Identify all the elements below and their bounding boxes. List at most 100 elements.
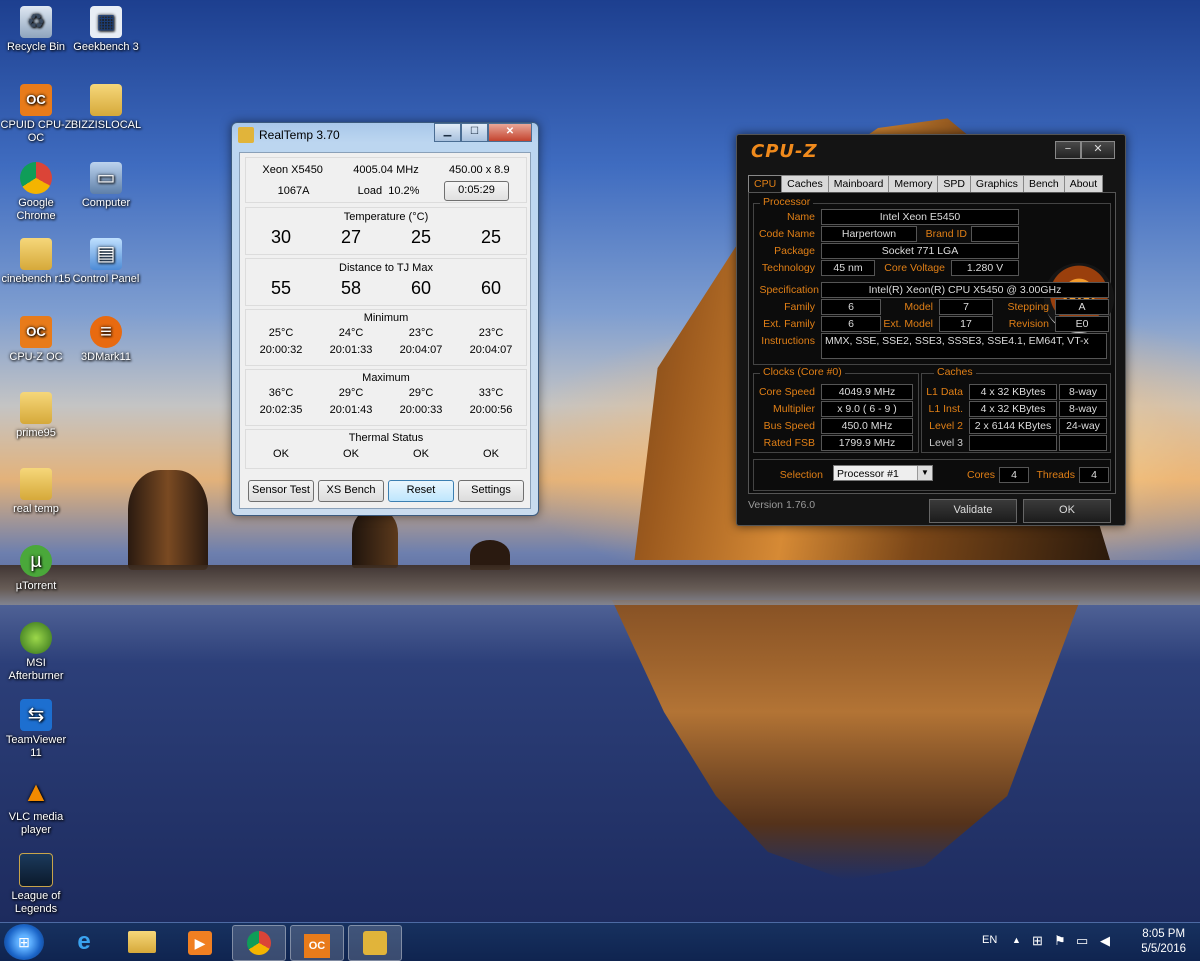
- settings-button[interactable]: Settings: [458, 480, 524, 502]
- desktop-icon-teamviewer[interactable]: ⇆ TeamViewer 11: [0, 699, 72, 760]
- taskbar-chrome[interactable]: [232, 925, 286, 961]
- tab-spd[interactable]: SPD: [937, 175, 971, 193]
- revision-label: Revision: [1008, 318, 1049, 330]
- desktop-icon-google-chrome[interactable]: Google Chrome: [0, 162, 72, 223]
- minimize-icon: −: [1064, 143, 1072, 155]
- processor-legend: Processor: [760, 196, 814, 208]
- min-temp: 24°C: [338, 327, 364, 339]
- league-icon: [19, 853, 53, 887]
- desktop-icon-league-of-legends[interactable]: League of Legends: [0, 853, 72, 916]
- multiplier-value: x 9.0 ( 6 - 9 ): [821, 401, 913, 417]
- folder-icon: [90, 84, 122, 116]
- minimum-group: Minimum 25°C 24°C 23°C 23°C 20:00:32 20:…: [245, 309, 527, 366]
- max-temp: 29°C: [408, 387, 434, 399]
- desktop-icon-utorrent[interactable]: µ µTorrent: [0, 545, 72, 593]
- desktop-icon-geekbench[interactable]: ▦ Geekbench 3: [70, 6, 142, 54]
- taskbar-cpuz-oc[interactable]: OC: [290, 925, 344, 961]
- desktop-icon-msi-afterburner[interactable]: MSI Afterburner: [0, 622, 72, 683]
- tab-bench[interactable]: Bench: [1022, 175, 1065, 193]
- desktop-icon-prime95[interactable]: prime95: [0, 392, 72, 440]
- vlc-icon: ▲: [22, 776, 50, 807]
- thermal-status-group: Thermal Status OK OK OK OK: [245, 429, 527, 469]
- realtemp-window[interactable]: RealTemp 3.70 ▁ ☐ ✕ Xeon X5450 4005.04 M…: [231, 122, 539, 516]
- desktop-icon-label: MSI Afterburner: [8, 657, 64, 682]
- volume-icon[interactable]: ◀: [1100, 933, 1110, 971]
- desktop-icon-cpuid-cpuz-oc[interactable]: OC CPUID CPU-Z OC: [0, 84, 72, 145]
- cpu-model: Xeon X5450: [262, 164, 323, 176]
- ok-button[interactable]: OK: [1023, 499, 1111, 523]
- level2-assoc: 24-way: [1059, 418, 1107, 434]
- clocks-legend: Clocks (Core #0): [760, 366, 845, 378]
- desktop-icon-real-temp[interactable]: real temp: [0, 468, 72, 516]
- start-button[interactable]: ⊞: [4, 924, 44, 960]
- max-time: 20:00:33: [399, 404, 443, 416]
- brandid-label: Brand ID: [925, 228, 967, 240]
- cpuz-close-button[interactable]: ✕: [1081, 141, 1115, 159]
- realtemp-titlebar[interactable]: RealTemp 3.70 ▁ ☐ ✕: [232, 123, 538, 145]
- desktop-icon-cinebench[interactable]: cinebench r15: [0, 238, 72, 286]
- tab-memory[interactable]: Memory: [888, 175, 939, 193]
- maximize-button[interactable]: ☐: [461, 123, 488, 142]
- package-value: Socket 771 LGA: [821, 243, 1019, 259]
- desktop-icon-label: Control Panel: [72, 273, 140, 285]
- load-label: Load: [357, 185, 383, 197]
- action-center-icon[interactable]: ⚑: [1054, 933, 1066, 971]
- cpuz-minimize-button[interactable]: −: [1055, 141, 1081, 159]
- reset-button[interactable]: Reset: [388, 480, 454, 502]
- tab-mainboard[interactable]: Mainboard: [827, 175, 890, 193]
- minimize-button[interactable]: ▁: [434, 123, 461, 142]
- desktop-icon-bizzislocal[interactable]: BIZZISLOCAL: [70, 84, 142, 132]
- cpu-load: Load 10.2%: [341, 185, 436, 197]
- desktop-icon-computer[interactable]: ▭ Computer: [70, 162, 142, 210]
- core-temp: 25: [410, 227, 432, 247]
- core-temp: 27: [340, 227, 362, 247]
- wallpaper-rock: [352, 510, 398, 568]
- temperature-caption: Temperature (°C): [343, 211, 429, 223]
- thermal-status: OK: [343, 448, 359, 460]
- desktop-icon-3dmark11[interactable]: ≡ 3DMark11: [70, 316, 142, 364]
- tab-about[interactable]: About: [1063, 175, 1104, 193]
- language-indicator[interactable]: EN: [982, 934, 997, 972]
- stepping-value: A: [1055, 299, 1109, 315]
- cpuz-window[interactable]: CPU-Z − ✕ CPU Caches Mainboard Memory SP…: [736, 134, 1126, 526]
- maximum-group: Maximum 36°C 29°C 29°C 33°C 20:02:35 20:…: [245, 369, 527, 426]
- taskbar-realtemp[interactable]: [348, 925, 402, 961]
- name-label: Name: [786, 211, 815, 223]
- wallpaper-reflection: [612, 600, 1080, 880]
- sensor-test-button[interactable]: Sensor Test: [248, 480, 314, 502]
- tjmax-distance: 60: [480, 278, 502, 298]
- taskbar-file-explorer[interactable]: [116, 925, 168, 959]
- tab-cpu[interactable]: CPU: [748, 175, 783, 193]
- taskbar-internet-explorer[interactable]: e: [58, 925, 110, 959]
- network-icon[interactable]: ▭: [1076, 933, 1088, 971]
- timer-button[interactable]: 0:05:29: [444, 181, 509, 201]
- processor-select[interactable]: Processor #1 ▼: [833, 465, 933, 481]
- minimize-icon: ▁: [443, 126, 452, 137]
- tray-windows-icon[interactable]: ⊞: [1032, 933, 1043, 971]
- revision-value: E0: [1055, 316, 1109, 332]
- ratedfsb-value: 1799.9 MHz: [821, 435, 913, 451]
- desktop-icon-control-panel[interactable]: ▤ Control Panel: [70, 238, 142, 286]
- temperature-group: Temperature (°C) 30 27 25 25: [245, 207, 527, 255]
- xs-bench-button[interactable]: XS Bench: [318, 480, 384, 502]
- cpuz-oc-icon: OC: [304, 934, 330, 958]
- cpu-multiplier: 450.00 x 8.9: [449, 164, 510, 176]
- show-hidden-icons[interactable]: ▲: [1012, 935, 1021, 973]
- close-button[interactable]: ✕: [488, 123, 532, 142]
- level2-label: Level 2: [929, 420, 963, 432]
- tab-caches[interactable]: Caches: [781, 175, 829, 193]
- max-temp: 33°C: [478, 387, 504, 399]
- desktop-icon-recycle-bin[interactable]: ♻ Recycle Bin: [0, 6, 72, 54]
- system-clock[interactable]: 8:05 PM 5/5/2016: [1141, 927, 1186, 957]
- desktop-icon-vlc[interactable]: ▲ VLC media player: [0, 776, 72, 837]
- taskbar-media-player[interactable]: ▶: [174, 925, 226, 959]
- desktop-icon-cpuz-oc[interactable]: OC CPU-Z OC: [0, 316, 72, 364]
- clock-time: 8:05 PM: [1142, 928, 1186, 940]
- realtemp-title: RealTemp 3.70: [259, 128, 340, 142]
- tab-graphics[interactable]: Graphics: [969, 175, 1024, 193]
- threads-label: Threads: [1036, 469, 1075, 481]
- min-time: 20:01:33: [329, 344, 373, 356]
- brandid-value: [971, 226, 1019, 242]
- caches-legend: Caches: [934, 366, 976, 378]
- validate-button[interactable]: Validate: [929, 499, 1017, 523]
